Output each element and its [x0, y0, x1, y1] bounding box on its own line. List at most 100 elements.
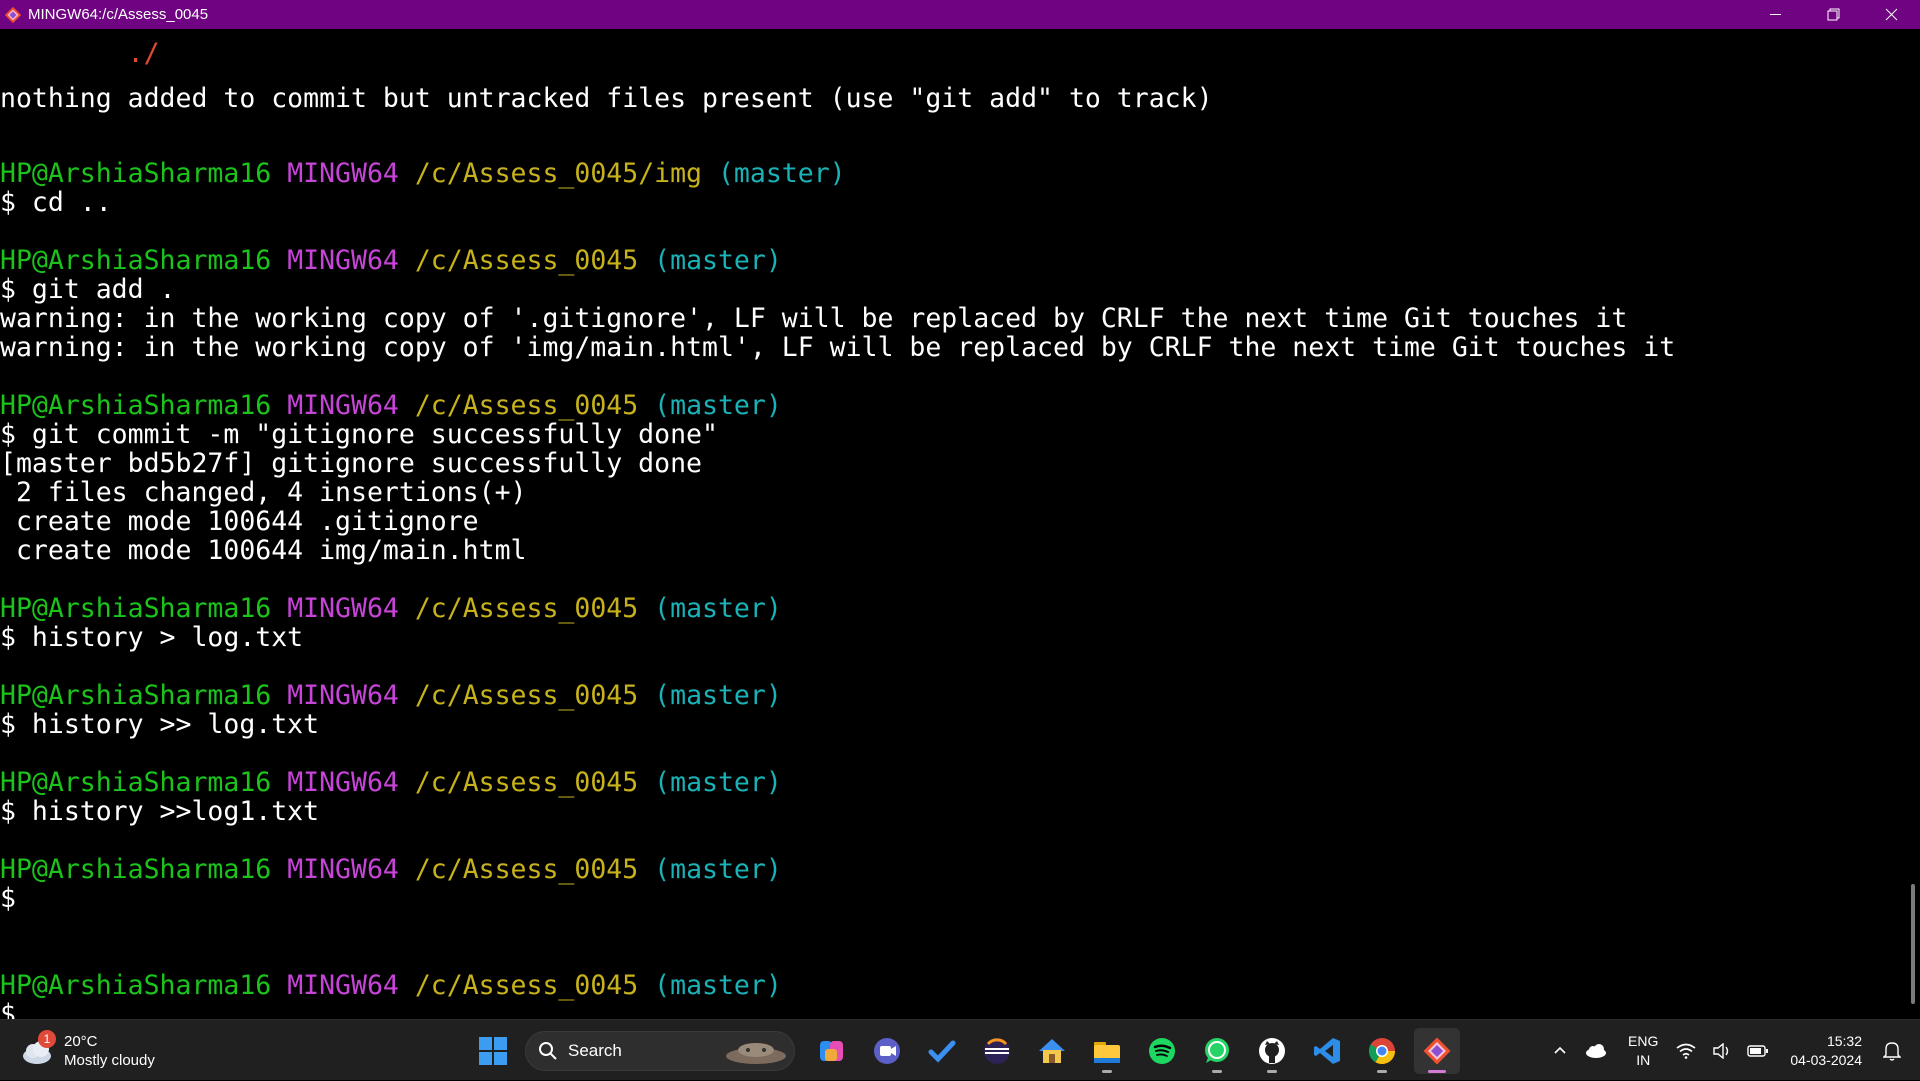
terminal-line: $ [0, 1000, 16, 1019]
terminal-segment: (master) [638, 970, 782, 1001]
terminal-segment: HP@ArshiaSharma16 [0, 390, 272, 421]
terminal-segment: $ history > log.txt [0, 622, 304, 653]
copilot-app[interactable] [809, 1028, 855, 1074]
chrome-icon [1368, 1038, 1396, 1065]
terminal-segment: $ cd .. [0, 187, 112, 218]
search-label: Search [568, 1041, 622, 1060]
spotify-app[interactable] [1139, 1028, 1185, 1074]
home-app[interactable] [1029, 1028, 1075, 1074]
start-button[interactable] [470, 1028, 516, 1074]
wifi-button[interactable] [1670, 1031, 1702, 1071]
copilot-icon [820, 1041, 843, 1061]
terminal-segment: /c/Assess_0045 [398, 593, 639, 624]
weather-widget[interactable]: 1 20°C Mostly cloudy [20, 1030, 155, 1072]
battery-icon [1747, 1044, 1769, 1057]
terminal-segment: $ [0, 883, 16, 914]
terminal-line: HP@ArshiaSharma16 MINGW64 /c/Assess_0045… [0, 159, 846, 188]
git-bash-app[interactable] [1414, 1028, 1460, 1074]
eclipse-icon [984, 1038, 1010, 1064]
chrome-app[interactable] [1359, 1028, 1405, 1074]
meet-app[interactable] [864, 1028, 910, 1074]
speaker-icon [1713, 1042, 1729, 1059]
terminal-segment: (master) [638, 593, 782, 624]
terminal-line: HP@ArshiaSharma16 MINGW64 /c/Assess_0045… [0, 391, 782, 420]
onedrive-button[interactable] [1580, 1031, 1612, 1071]
terminal-segment: create mode 100644 .gitignore [0, 506, 479, 537]
terminal-line: $ history >> log.txt [0, 710, 319, 739]
wifi-icon [1676, 1043, 1696, 1059]
language-indicator[interactable]: ENG IN [1628, 1032, 1658, 1070]
terminal-segment: HP@ArshiaSharma16 [0, 854, 272, 885]
todo-app[interactable] [919, 1028, 965, 1074]
window-title: MINGW64:/c/Assess_0045 [28, 6, 209, 23]
terminal-line: HP@ArshiaSharma16 MINGW64 /c/Assess_0045… [0, 855, 782, 884]
clock-date: 04-03-2024 [1790, 1051, 1862, 1068]
terminal-segment: MINGW64 [271, 970, 399, 1001]
spotify-icon [1149, 1038, 1175, 1064]
cloud-icon: 1 [20, 1030, 56, 1068]
language-code: ENG [1628, 1032, 1659, 1049]
terminal-segment: (master) [638, 767, 782, 798]
scroll-thumb[interactable] [1911, 884, 1915, 1004]
terminal-segment: MINGW64 [271, 390, 399, 421]
whatsapp-app[interactable] [1194, 1028, 1240, 1074]
volume-button[interactable] [1706, 1031, 1738, 1071]
file-explorer-app[interactable] [1084, 1028, 1130, 1074]
terminal-line: $ history >>log1.txt [0, 797, 319, 826]
terminal-segment: $ history >> log.txt [0, 709, 320, 740]
terminal-line: 2 files changed, 4 insertions(+) [0, 478, 527, 507]
taskbar-search[interactable]: Search [525, 1031, 795, 1071]
terminal-scrollbar[interactable] [1906, 29, 1920, 1019]
terminal-segment: /c/Assess_0045 [398, 767, 639, 798]
terminal-line: HP@ArshiaSharma16 MINGW64 /c/Assess_0045… [0, 594, 782, 623]
file-explorer-icon [1094, 1042, 1120, 1063]
terminal-segment: MINGW64 [271, 245, 399, 276]
terminal-segment: HP@ArshiaSharma16 [0, 158, 272, 189]
close-button[interactable] [1862, 0, 1920, 29]
terminal-segment: [master bd5b27f] gitignore successfully … [0, 448, 702, 479]
terminal-segment: HP@ArshiaSharma16 [0, 970, 272, 1001]
bell-icon [1883, 1041, 1901, 1061]
terminal-line: HP@ArshiaSharma16 MINGW64 /c/Assess_0045… [0, 971, 782, 1000]
terminal-line: HP@ArshiaSharma16 MINGW64 /c/Assess_0045… [0, 768, 782, 797]
home-icon [1039, 1039, 1065, 1063]
terminal-segment: /c/Assess_0045 [398, 680, 639, 711]
terminal-segment: MINGW64 [271, 593, 399, 624]
terminal-segment: /c/Assess_0045/img [398, 158, 703, 189]
notifications-button[interactable] [1874, 1041, 1910, 1061]
minimize-button[interactable] [1746, 0, 1804, 29]
search-icon [539, 1042, 557, 1060]
terminal-segment: (master) [638, 245, 782, 276]
terminal-segment: $ history >>log1.txt [0, 796, 320, 827]
vscode-app[interactable] [1304, 1028, 1350, 1074]
terminal-segment: create mode 100644 img/main.html [0, 535, 527, 566]
taskbar: 1 20°C Mostly cloudy Search ENG IN 15:32… [0, 1019, 1920, 1080]
terminal-line: $ [0, 884, 16, 913]
running-indicator [1377, 1070, 1387, 1073]
terminal-line: $ cd .. [0, 188, 112, 217]
terminal-segment: MINGW64 [271, 767, 399, 798]
terminal-line: $ git add . [0, 275, 176, 304]
terminal-segment: (master) [638, 390, 782, 421]
running-indicator [1212, 1070, 1222, 1073]
terminal-segment: ./ [0, 38, 160, 69]
terminal-line: warning: in the working copy of 'img/mai… [0, 333, 1675, 362]
terminal-line: create mode 100644 .gitignore [0, 507, 479, 536]
terminal-line: HP@ArshiaSharma16 MINGW64 /c/Assess_0045… [0, 681, 782, 710]
terminal-output[interactable]: ./ nothing added to commit but untracked … [0, 29, 1906, 1019]
window-titlebar[interactable]: MINGW64:/c/Assess_0045 [0, 0, 1920, 29]
terminal-segment: (master) [638, 854, 782, 885]
terminal-segment: HP@ArshiaSharma16 [0, 767, 272, 798]
terminal-segment: /c/Assess_0045 [398, 245, 639, 276]
terminal-line: $ history > log.txt [0, 623, 303, 652]
eclipse-app[interactable] [974, 1028, 1020, 1074]
terminal-line: nothing added to commit but untracked fi… [0, 84, 1213, 113]
clock[interactable]: 15:32 04-03-2024 [1790, 1032, 1862, 1070]
terminal-segment: MINGW64 [271, 158, 399, 189]
battery-button[interactable] [1742, 1031, 1774, 1071]
terminal-segment: nothing added to commit but untracked fi… [0, 83, 1213, 114]
github-app[interactable] [1249, 1028, 1295, 1074]
todo-icon [928, 1040, 956, 1063]
restore-button[interactable] [1804, 0, 1862, 29]
show-hidden-icons-button[interactable] [1544, 1031, 1576, 1071]
